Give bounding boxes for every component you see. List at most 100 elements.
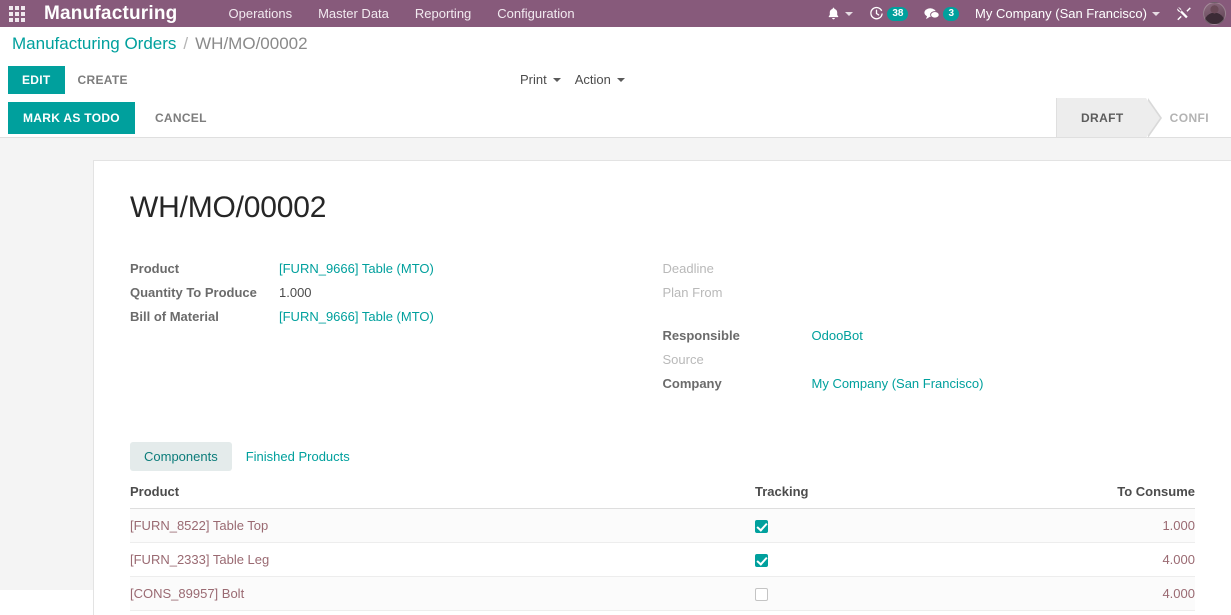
field-label-source: Source <box>662 352 704 367</box>
control-panel-dropdowns: Print Action <box>520 72 625 87</box>
table-row[interactable]: [CONS_25630] Screw 10.000 <box>130 610 1195 615</box>
field-label-responsible: Responsible <box>662 328 740 343</box>
field-value-product[interactable]: [FURN_9666] Table (MTO) <box>279 261 434 276</box>
apps-grid-icon <box>9 5 25 22</box>
column-header-tracking: Tracking <box>755 484 970 509</box>
print-label: Print <box>520 72 547 87</box>
wrench-tools-icon <box>1177 6 1191 20</box>
table-row[interactable]: [FURN_8522] Table Top 1.000 <box>130 508 1195 544</box>
messages-button[interactable]: 3 <box>916 0 967 27</box>
field-group-spacer <box>663 309 1196 328</box>
tab-finished-products[interactable]: Finished Products <box>232 442 364 471</box>
tracking-checkbox[interactable] <box>755 554 768 568</box>
chevron-down-icon <box>1152 11 1160 16</box>
field-label-product: Product <box>130 261 180 276</box>
notifications-bell-button[interactable] <box>819 0 861 27</box>
cancel-button[interactable]: CANCEL <box>141 103 221 133</box>
components-table: Product Tracking To Consume [FURN_8522] … <box>130 484 1195 615</box>
cell-tracking <box>755 610 970 615</box>
field-label-quantity-to-produce: Quantity To Produce <box>130 285 257 300</box>
create-button[interactable]: CREATE <box>65 66 141 94</box>
messages-count-badge: 3 <box>943 6 960 21</box>
cell-tracking <box>755 576 970 612</box>
developer-tools-button[interactable] <box>1168 0 1200 27</box>
field-group-right: Deadline Plan From Responsible OdooBot S… <box>663 261 1196 400</box>
field-value-quantity-to-produce: 1.000 <box>279 285 312 300</box>
menu-item-reporting[interactable]: Reporting <box>402 1 484 26</box>
field-source: Source <box>663 352 1196 376</box>
table-row[interactable]: [CONS_89957] Bolt 4.000 <box>130 576 1195 612</box>
notebook-tabs: Components Finished Products <box>130 442 1195 471</box>
table-body: [FURN_8522] Table Top 1.000 [FURN_2333] … <box>130 508 1195 615</box>
statusbar-action-buttons: MARK AS TODO CANCEL <box>0 98 1056 137</box>
edit-button[interactable]: EDIT <box>8 65 65 94</box>
table-header-row: Product Tracking To Consume <box>130 484 1195 509</box>
top-navbar: Manufacturing Operations Master Data Rep… <box>0 0 1231 27</box>
cell-to-consume: 10.000 <box>970 610 1195 615</box>
field-label-bill-of-material: Bill of Material <box>130 309 219 324</box>
breadcrumb: Manufacturing Orders / WH/MO/00002 <box>0 27 1231 61</box>
breadcrumb-separator: / <box>183 34 189 53</box>
cell-tracking <box>755 508 970 544</box>
page-title: WH/MO/00002 <box>130 191 327 224</box>
action-dropdown[interactable]: Action <box>575 72 625 87</box>
messages-bubble-icon <box>924 7 941 19</box>
menu-item-operations[interactable]: Operations <box>216 1 306 26</box>
content-area: WH/MO/00002 Product [FURN_9666] Table (M… <box>0 138 1231 615</box>
company-switcher-button[interactable]: My Company (San Francisco) <box>967 0 1168 27</box>
status-bar: MARK AS TODO CANCEL DRAFT CONFI <box>0 97 1231 138</box>
activities-count-badge: 38 <box>887 6 909 21</box>
company-name-label: My Company (San Francisco) <box>975 6 1147 21</box>
cell-product: [CONS_89957] Bolt <box>130 576 755 612</box>
action-label: Action <box>574 72 611 87</box>
field-company: Company My Company (San Francisco) <box>663 376 1196 400</box>
control-panel: EDIT CREATE Print Action <box>0 61 1231 98</box>
field-product: Product [FURN_9666] Table (MTO) <box>130 261 663 285</box>
cell-tracking <box>755 542 970 578</box>
tracking-checkbox[interactable] <box>755 588 768 602</box>
field-responsible: Responsible OdooBot <box>663 328 1196 352</box>
breadcrumb-current: WH/MO/00002 <box>195 34 308 53</box>
cell-to-consume: 4.000 <box>970 542 1195 578</box>
field-deadline: Deadline <box>663 261 1196 285</box>
activities-button[interactable]: 38 <box>861 0 916 27</box>
field-label-company: Company <box>662 376 722 391</box>
apps-drawer-icon[interactable] <box>0 0 34 27</box>
user-avatar[interactable] <box>1203 2 1226 25</box>
notebook: Components Finished Products Product Tra… <box>130 442 1195 615</box>
mark-as-todo-button[interactable]: MARK AS TODO <box>8 101 135 134</box>
bell-icon <box>829 7 839 19</box>
main-menu: Operations Master Data Reporting Configu… <box>216 1 588 26</box>
field-value-responsible[interactable]: OdooBot <box>812 328 863 343</box>
breadcrumb-root-link[interactable]: Manufacturing Orders <box>12 34 176 54</box>
chevron-down-icon <box>552 77 561 82</box>
field-value-company[interactable]: My Company (San Francisco) <box>812 376 984 391</box>
column-header-product: Product <box>130 484 755 509</box>
menu-item-master-data[interactable]: Master Data <box>305 1 402 26</box>
tracking-checkbox[interactable] <box>755 520 768 534</box>
field-quantity-to-produce: Quantity To Produce 1.000 <box>130 285 663 309</box>
navbar-right-tools: 38 3 My Company (San Francisco) <box>819 0 1231 27</box>
chevron-down-icon <box>616 77 625 82</box>
table-head: Product Tracking To Consume <box>130 484 1195 509</box>
cell-to-consume: 1.000 <box>970 508 1195 544</box>
field-label-deadline: Deadline <box>662 261 714 276</box>
field-group-left: Product [FURN_9666] Table (MTO) Quantity… <box>130 261 663 400</box>
cell-product: [CONS_25630] Screw <box>130 610 755 615</box>
cell-to-consume: 4.000 <box>970 576 1195 612</box>
menu-item-configuration[interactable]: Configuration <box>484 1 587 26</box>
table-row[interactable]: [FURN_2333] Table Leg 4.000 <box>130 542 1195 578</box>
field-value-bill-of-material[interactable]: [FURN_9666] Table (MTO) <box>279 309 434 324</box>
status-stage-draft[interactable]: DRAFT <box>1056 97 1162 138</box>
field-plan-from: Plan From <box>663 285 1196 309</box>
cell-product: [FURN_2333] Table Leg <box>130 542 755 578</box>
status-pipeline: DRAFT CONFI <box>1055 97 1231 138</box>
chevron-down-icon <box>845 11 854 16</box>
app-brand-title: Manufacturing <box>44 2 178 24</box>
field-bill-of-material: Bill of Material [FURN_9666] Table (MTO) <box>130 309 663 333</box>
tab-components[interactable]: Components <box>130 442 232 471</box>
print-dropdown[interactable]: Print <box>520 72 561 87</box>
column-header-to-consume: To Consume <box>970 484 1195 509</box>
field-label-plan-from: Plan From <box>662 285 723 300</box>
cell-product: [FURN_8522] Table Top <box>130 508 755 544</box>
